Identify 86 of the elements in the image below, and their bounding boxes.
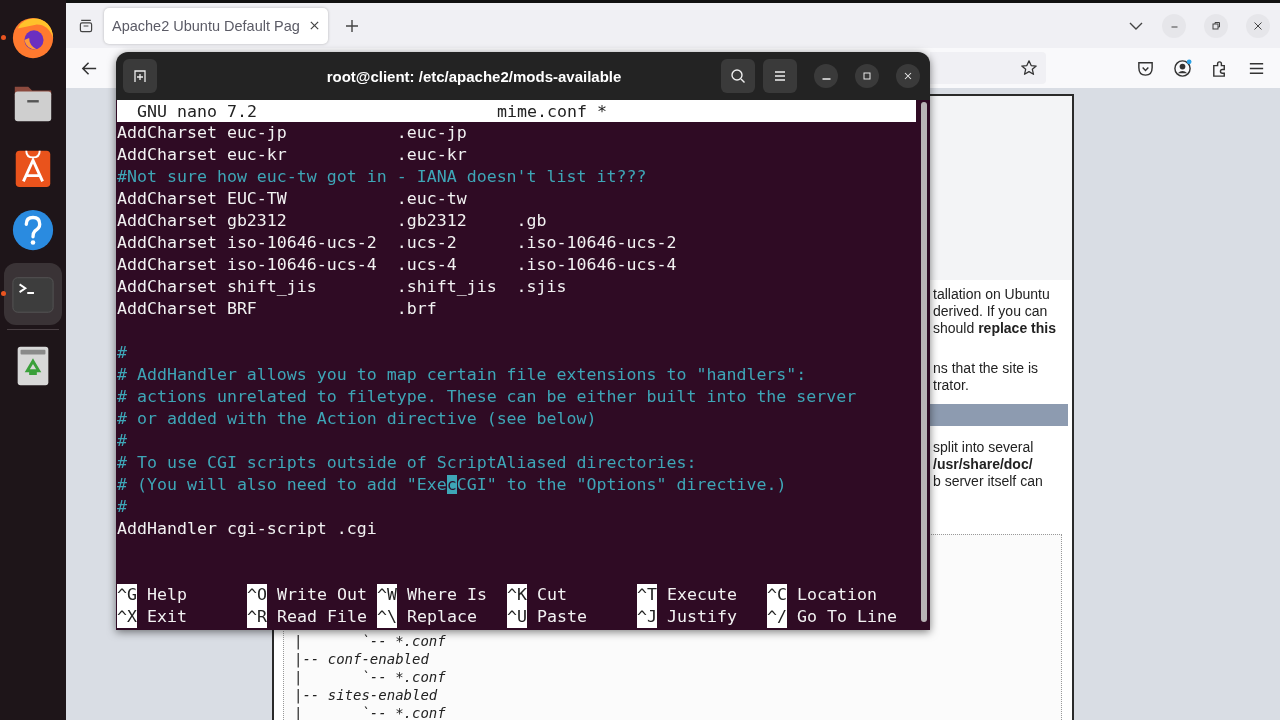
browser-icon <box>10 15 56 61</box>
shortcut-label: Paste <box>537 606 587 628</box>
shortcut-label: Execute <box>667 584 737 606</box>
shortcut-key: ^X <box>117 606 137 628</box>
code-line: AddCharset EUC-TW .euc-tw <box>117 188 468 210</box>
shortcut-key: ^U <box>507 606 527 628</box>
shortcut-label: Read File <box>277 606 367 628</box>
code-line: AddCharset euc-jp .euc-jp <box>117 122 468 144</box>
page-text: tallation on Ubuntu <box>933 286 1051 303</box>
shortcut-label: Help <box>147 584 187 606</box>
code-line: AddCharset euc-kr .euc-kr <box>117 144 468 166</box>
close-button[interactable] <box>896 64 920 88</box>
comment-line: # To use CGI scripts outside of ScriptAliased directories: <box>117 452 698 474</box>
shortcut-label: Replace <box>407 606 477 628</box>
page-text: ns that the site is <box>933 360 1040 377</box>
comment-line: # <box>117 496 128 518</box>
shortcut-key: ^\ <box>377 606 397 628</box>
window-title: root@client: /etc/apache2/mods-available <box>325 67 623 85</box>
shortcut-key: ^G <box>117 584 137 606</box>
maximize-icon <box>861 70 873 82</box>
shortcut-label: Write Out <box>277 584 367 606</box>
comment-line: #Not sure how euc-tw got in - IANA doesn't list it??? <box>117 166 648 188</box>
minimize-icon <box>1170 26 1178 28</box>
comment-line: # <box>117 430 128 452</box>
comment-line: # <box>117 342 128 364</box>
close-button[interactable] <box>1246 13 1270 38</box>
shortcut-key: ^R <box>247 606 267 628</box>
code-line: AddCharset iso-10646-ucs-4 .ucs-4 .iso-10646-ucs-4 <box>117 254 678 276</box>
page-text: should replace this <box>933 320 1057 337</box>
shortcut-key: ^/ <box>767 606 787 628</box>
menu-button[interactable] <box>763 59 797 93</box>
shortcut-key: ^C <box>767 584 787 606</box>
shortcut-label: Location <box>797 584 877 606</box>
scrollbar-thumb[interactable] <box>921 102 927 622</box>
restore-icon <box>1211 20 1221 31</box>
search-icon <box>730 68 746 84</box>
shortcut-key: ^J <box>637 606 657 628</box>
tree-line: | `-- *.conf <box>294 632 447 650</box>
account-icon[interactable] <box>1173 58 1192 78</box>
code-line: AddCharset shift_jis .shift_jis .sjis <box>117 276 568 298</box>
comment-text: CGI" to the "Options" directive.) <box>456 475 787 494</box>
tree-line: | `-- *.conf <box>294 668 447 686</box>
shortcut-label: Go To Line <box>797 606 897 628</box>
comment-line: # AddHandler allows you to map certain file extensions to "handlers": <box>117 364 808 386</box>
page-text: /usr/share/doc/ <box>933 456 1034 473</box>
close-icon[interactable] <box>309 20 320 31</box>
restore-button[interactable] <box>1204 13 1228 38</box>
code-line: AddCharset iso-10646-ucs-2 .ucs-2 .iso-10646-ucs-2 <box>117 232 678 254</box>
code-line: AddCharset BRF .brf <box>117 298 438 320</box>
comment-line: # actions unrelated to filetype. These can be either built into the server <box>117 386 858 408</box>
shortcut-key: ^T <box>637 584 657 606</box>
browser-tab[interactable]: Apache2 Ubuntu Default Pag <box>104 7 328 44</box>
tree-line: |-- conf-enabled <box>294 650 430 668</box>
new-tab-button[interactable] <box>123 59 157 93</box>
code-line: AddHandler cgi-script .cgi <box>117 518 378 540</box>
shortcut-label: Exit <box>147 606 187 628</box>
shortcut-key: ^O <box>247 584 267 606</box>
search-button[interactable] <box>721 59 755 93</box>
file-name: mime.conf * <box>497 101 607 121</box>
shortcut-label: Where Is <box>407 584 487 606</box>
page-text: trator. <box>933 377 970 394</box>
code-line: AddCharset gb2312 .gb2312 .gb <box>117 210 548 232</box>
page-text: b server itself can <box>933 473 1044 490</box>
minimize-button[interactable] <box>814 64 838 88</box>
shortcut-label: Cut <box>537 584 567 606</box>
shortcut-key: ^K <box>507 584 527 606</box>
help-icon <box>10 207 56 253</box>
new-tab-icon <box>132 68 148 84</box>
tree-line: |-- sites-enabled <box>294 686 439 704</box>
page-text: derived. If you can <box>933 303 1049 320</box>
star-icon[interactable] <box>1020 59 1038 77</box>
menu-icon <box>772 68 788 84</box>
comment-line: # or added with the Action directive (see below) <box>117 408 598 430</box>
shortcut-key: ^W <box>377 584 397 606</box>
shortcut-label: Justify <box>667 606 737 628</box>
close-icon <box>1253 20 1263 31</box>
maximize-button[interactable] <box>855 64 879 88</box>
comment-text: # (You will also need to add "Exe <box>117 475 447 494</box>
new-tab-icon[interactable] <box>344 17 360 34</box>
tab-title: Apache2 Ubuntu Default Pag <box>112 17 301 34</box>
page-text: split into several <box>933 439 1035 456</box>
minimize-icon <box>821 78 831 80</box>
editor-version: GNU nano 7.2 <box>136 101 258 121</box>
close-icon <box>902 70 914 82</box>
text-cursor: c <box>446 475 457 494</box>
tab-list-icon[interactable] <box>78 17 94 34</box>
